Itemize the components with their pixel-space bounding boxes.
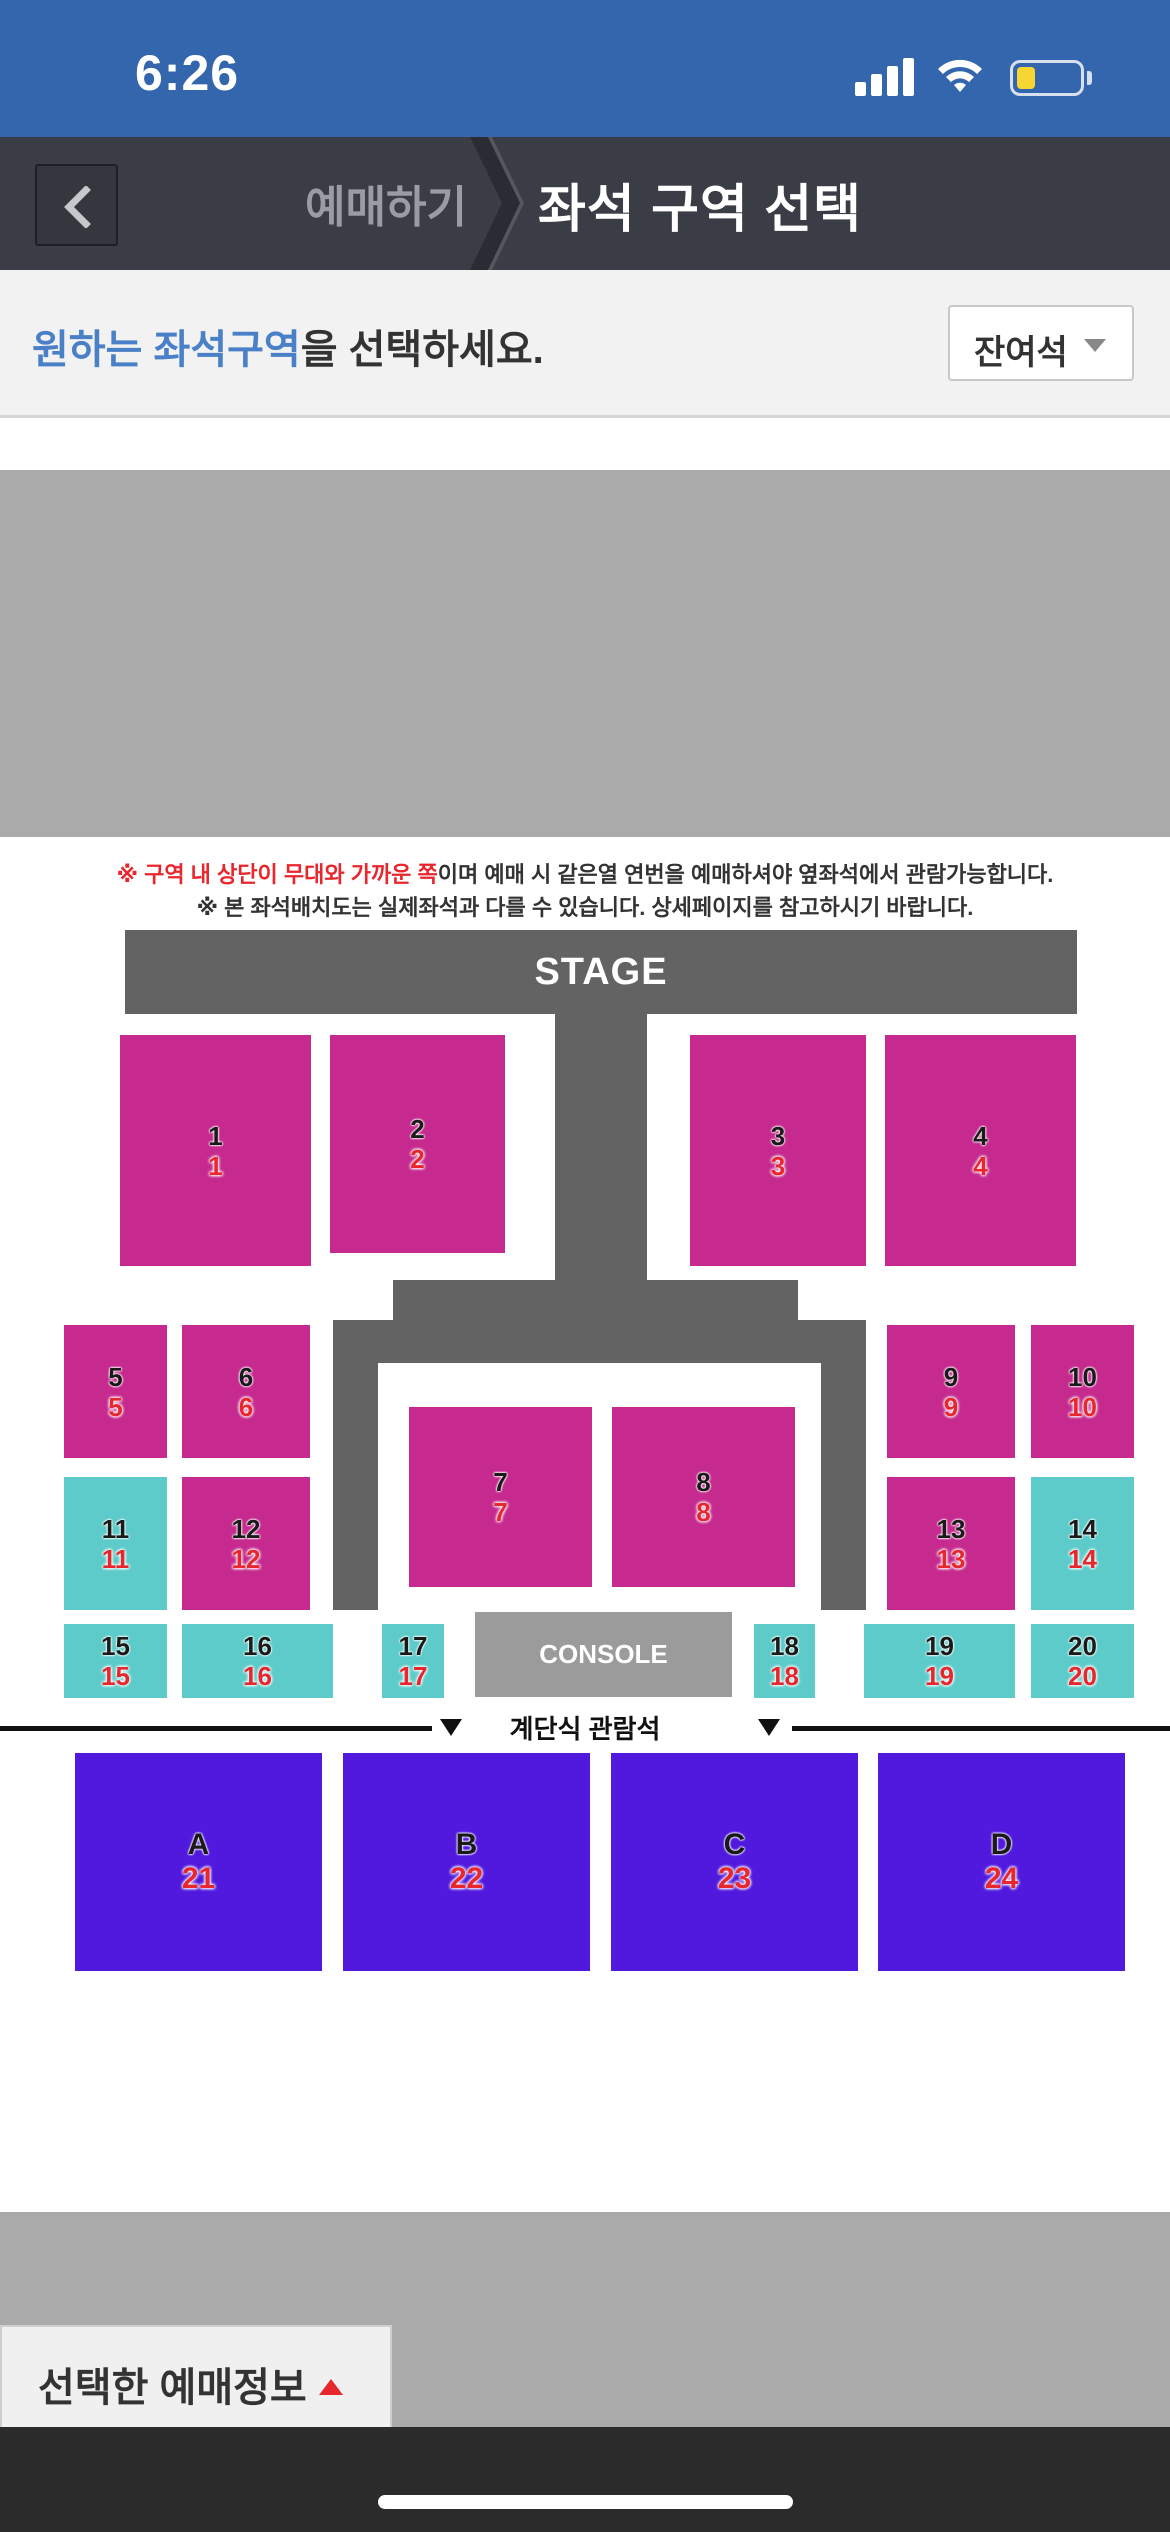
bleacher-divider-right xyxy=(792,1726,1170,1731)
cellular-signal-icon xyxy=(855,56,915,96)
status-time: 6:26 xyxy=(135,45,240,101)
battery-icon xyxy=(1010,60,1084,96)
arrow-down-icon xyxy=(758,1719,780,1736)
filter-label: 잔여석 xyxy=(974,334,1068,372)
section-7[interactable]: 77 xyxy=(409,1407,592,1587)
nav-bar: 예매하기 좌석 구역 선택 xyxy=(0,137,1170,270)
chevron-left-icon xyxy=(64,186,91,228)
remaining-seats-select[interactable]: 잔여석 xyxy=(948,305,1134,381)
breadcrumb-prev[interactable]: 예매하기 xyxy=(305,171,467,235)
section-C[interactable]: C 23 xyxy=(611,1753,858,1971)
section-18[interactable]: 18 18 xyxy=(754,1624,815,1698)
caret-up-icon xyxy=(318,2379,343,2395)
home-bar-area xyxy=(0,2427,1170,2532)
status-bar: 6:26 xyxy=(0,0,1170,137)
instruction-rest: 을 선택하세요. xyxy=(300,328,544,372)
notice-rest: 이며 예매 시 같은열 연번을 예매하셔야 옆좌석에서 관람가능합니다. xyxy=(437,862,1054,887)
runway-right-leg xyxy=(821,1320,866,1610)
section-16[interactable]: 16 16 xyxy=(182,1624,333,1698)
section-2[interactable]: 22 xyxy=(330,1035,505,1253)
section-17[interactable]: 17 17 xyxy=(382,1624,444,1698)
section-6[interactable]: 66 xyxy=(182,1325,310,1458)
notice-red: ※ 구역 내 상단이 무대와 가까운 쪽 xyxy=(116,862,438,887)
section-3[interactable]: 33 xyxy=(690,1035,866,1266)
home-indicator[interactable] xyxy=(378,2495,793,2509)
caret-down-icon xyxy=(1084,339,1106,352)
instruction-row: 원하는 좌석구역을 선택하세요. 잔여석 xyxy=(0,270,1170,418)
map-margin-top xyxy=(0,470,1170,837)
back-button[interactable] xyxy=(35,164,118,246)
breadcrumb-separator-icon xyxy=(470,137,524,270)
console: CONSOLE xyxy=(475,1612,732,1697)
section-4[interactable]: 44 xyxy=(885,1035,1076,1266)
instruction-highlight: 원하는 좌석구역 xyxy=(32,328,301,372)
section-19[interactable]: 19 19 xyxy=(864,1624,1015,1698)
section-20[interactable]: 20 20 xyxy=(1031,1624,1134,1698)
section-12[interactable]: 12 12 xyxy=(182,1477,310,1610)
section-14[interactable]: 14 14 xyxy=(1031,1477,1134,1610)
section-13[interactable]: 13 13 xyxy=(887,1477,1015,1610)
section-A[interactable]: A 21 xyxy=(75,1753,322,1971)
map-notice-2: ※ 본 좌석배치도는 실제좌석과 다를 수 있습니다. 상세페이지를 참고하시기… xyxy=(196,895,974,920)
instruction-text: 원하는 좌석구역을 선택하세요. xyxy=(32,317,544,375)
page-title: 좌석 구역 선택 xyxy=(538,181,862,239)
selected-info-toggle[interactable]: 선택한 예매정보 xyxy=(0,2325,392,2427)
section-1[interactable]: 11 xyxy=(120,1035,311,1266)
map-notice-1: ※ 구역 내 상단이 무대와 가까운 쪽이며 예매 시 같은열 연번을 예매하셔… xyxy=(0,857,1170,889)
runway-lower-bar xyxy=(333,1320,866,1363)
section-B[interactable]: B 22 xyxy=(343,1753,590,1971)
section-D[interactable]: D 24 xyxy=(878,1753,1125,1971)
runway-left-leg xyxy=(333,1320,378,1610)
seat-map: ※ 구역 내 상단이 무대와 가까운 쪽이며 예매 시 같은열 연번을 예매하셔… xyxy=(0,837,1170,2212)
section-15[interactable]: 15 15 xyxy=(64,1624,167,1698)
section-8[interactable]: 88 xyxy=(612,1407,795,1587)
runway-stem-full xyxy=(555,1014,647,1320)
section-9[interactable]: 99 xyxy=(887,1325,1015,1458)
section-11[interactable]: 11 11 xyxy=(64,1477,167,1610)
selected-info-label: 선택한 예매정보 xyxy=(38,2366,307,2410)
stage: STAGE xyxy=(125,930,1077,1014)
battery-tip xyxy=(1087,71,1092,85)
wifi-icon xyxy=(938,59,982,92)
section-10[interactable]: 10 10 xyxy=(1031,1325,1134,1458)
section-5[interactable]: 55 xyxy=(64,1325,167,1458)
